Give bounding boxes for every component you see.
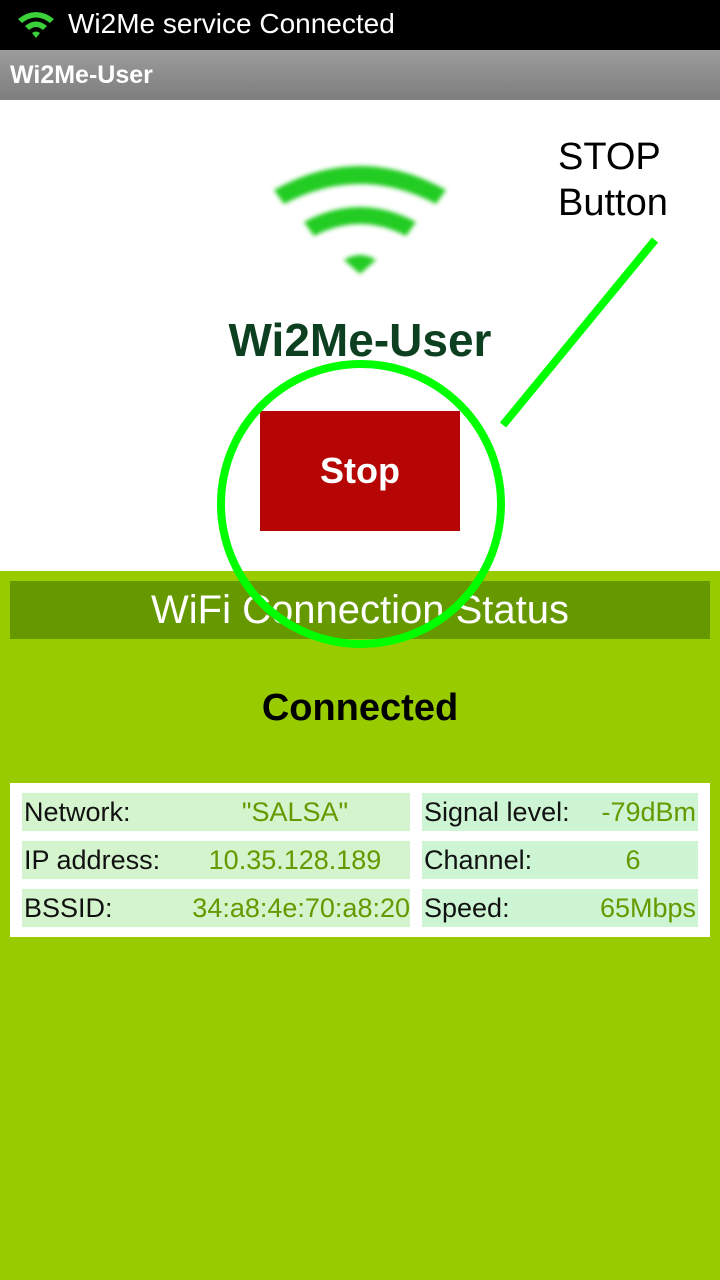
network-value: "SALSA" bbox=[241, 797, 349, 827]
signal-level-cell: Signal level: -79dBm bbox=[422, 793, 698, 831]
channel-value: 6 bbox=[625, 845, 641, 875]
signal-level-label: Signal level: bbox=[424, 797, 570, 827]
signal-level-value: -79dBm bbox=[601, 797, 696, 827]
channel-cell: Channel: 6 bbox=[422, 841, 698, 879]
callout-label: STOP Button bbox=[558, 136, 668, 224]
stop-button[interactable]: Stop bbox=[260, 411, 460, 531]
bssid-label: BSSID: bbox=[24, 893, 113, 923]
bssid-cell: BSSID: 34:a8:4e:70:a8:20 bbox=[22, 889, 410, 927]
notification-text: Wi2Me service Connected bbox=[68, 8, 395, 39]
action-bar-title: Wi2Me-User bbox=[10, 61, 153, 89]
app-name: Wi2Me-User bbox=[228, 314, 492, 366]
status-header: WiFi Connection Status bbox=[10, 581, 710, 639]
status-header-title: WiFi Connection Status bbox=[151, 588, 569, 632]
connection-state: Connected bbox=[261, 687, 459, 729]
network-label: Network: bbox=[24, 797, 131, 827]
ip-address-value: 10.35.128.189 bbox=[208, 845, 382, 875]
action-bar: Wi2Me-User bbox=[0, 50, 720, 100]
ip-address-cell: IP address: 10.35.128.189 bbox=[22, 841, 410, 879]
network-cell: Network: "SALSA" bbox=[22, 793, 410, 831]
channel-label: Channel: bbox=[424, 845, 533, 875]
ip-address-label: IP address: bbox=[24, 845, 161, 875]
wifi-logo-icon bbox=[274, 166, 446, 274]
status-bar: Wi2Me service Connected bbox=[0, 0, 720, 50]
bssid-value: 34:a8:4e:70:a8:20 bbox=[192, 893, 410, 923]
speed-cell: Speed: 65Mbps bbox=[422, 889, 698, 927]
speed-value: 65Mbps bbox=[599, 893, 696, 923]
wifi-icon bbox=[18, 12, 54, 38]
connection-info-table: Network: "SALSA" Signal level: -79dBm IP… bbox=[10, 783, 710, 937]
speed-label: Speed: bbox=[424, 893, 510, 923]
status-panel: WiFi Connection Status Connected Network… bbox=[0, 571, 720, 1280]
